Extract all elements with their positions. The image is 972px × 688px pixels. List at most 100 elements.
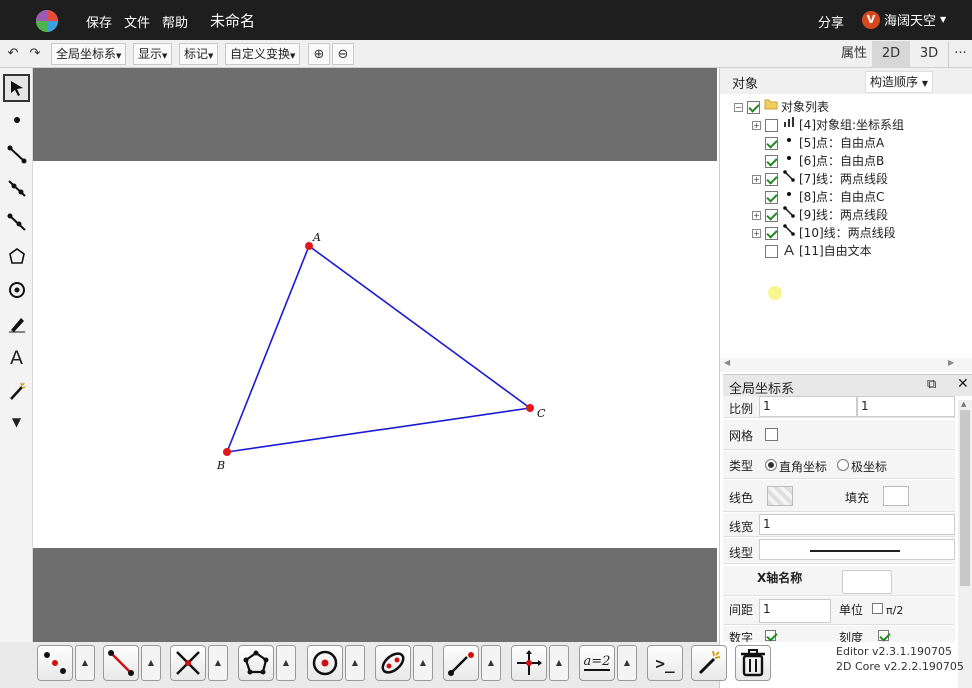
drawing-canvas[interactable]: [33, 68, 717, 642]
scroll-up-icon[interactable]: ▲: [961, 400, 966, 408]
custom-transform-menu[interactable]: 自定义变换▼: [225, 43, 301, 65]
tree-item[interactable]: + [9]线：两点线段: [752, 206, 888, 224]
menu-save[interactable]: 保存: [86, 12, 112, 31]
expand-icon[interactable]: +: [752, 174, 761, 184]
bottom-polygon-more[interactable]: ▲: [276, 645, 296, 681]
bottom-conic-tool[interactable]: [375, 645, 411, 681]
tree-root[interactable]: − 对象列表: [734, 98, 829, 116]
select-tool[interactable]: [3, 74, 30, 102]
bottom-delete-tool[interactable]: [735, 645, 771, 681]
bottom-ray-more[interactable]: ▲: [481, 645, 501, 681]
tree-item[interactable]: [5]点：自由点A: [752, 134, 884, 152]
bottom-formula-more[interactable]: ▲: [617, 645, 637, 681]
visibility-checkbox[interactable]: [765, 154, 778, 168]
more-tools[interactable]: ▼: [3, 408, 30, 436]
expand-icon[interactable]: +: [752, 228, 761, 238]
grid-checkbox[interactable]: [765, 428, 778, 441]
tree-item[interactable]: + [7]线：两点线段: [752, 170, 888, 188]
menu-file[interactable]: 文件: [124, 12, 150, 31]
bottom-point-tool[interactable]: [37, 645, 73, 681]
user-menu[interactable]: V 海阔天空 ▼: [862, 10, 946, 29]
digits-checkbox[interactable]: [765, 630, 776, 641]
tab-3d[interactable]: 3D: [910, 41, 948, 68]
tree-item[interactable]: A [11]自由文本: [752, 242, 872, 260]
undo-icon[interactable]: ↶: [2, 43, 24, 65]
ticks-checkbox[interactable]: [878, 630, 889, 641]
scroll-right-icon[interactable]: ▶: [948, 358, 954, 367]
polygon-tool[interactable]: [3, 242, 30, 270]
tree-item[interactable]: + [4]对象组:坐标系组: [752, 116, 904, 134]
visibility-checkbox[interactable]: [765, 172, 778, 186]
line-width-input[interactable]: 1: [759, 514, 955, 535]
visibility-checkbox[interactable]: [747, 100, 760, 114]
radio-polar[interactable]: [837, 459, 849, 471]
bottom-formula-tool[interactable]: a=2: [579, 645, 615, 681]
bottom-magic-tool[interactable]: [691, 645, 727, 681]
prop-row-linewidth: 线宽 1: [723, 513, 955, 537]
coord-system-menu[interactable]: 全局坐标系▼: [51, 43, 127, 65]
visibility-checkbox[interactable]: [765, 244, 778, 258]
circle-tool[interactable]: [3, 276, 30, 304]
share-button[interactable]: 分享: [818, 12, 844, 31]
bottom-axis-more[interactable]: ▲: [549, 645, 569, 681]
bottom-segment-tool[interactable]: [103, 645, 139, 681]
pen-tool[interactable]: [3, 310, 30, 338]
line-color-swatch[interactable]: [767, 486, 793, 506]
x-axis-name-input[interactable]: [842, 570, 892, 594]
tree-item[interactable]: + [10]线：两点线段: [752, 224, 896, 242]
tree-item[interactable]: [6]点：自由点B: [752, 152, 884, 170]
point-tool[interactable]: [3, 106, 30, 134]
unit-checkbox[interactable]: [872, 603, 883, 614]
visibility-checkbox[interactable]: [765, 208, 778, 222]
visibility-checkbox[interactable]: [765, 118, 778, 132]
tab-2d[interactable]: 2D: [872, 41, 910, 68]
line-style-select[interactable]: [759, 539, 955, 560]
more-button[interactable]: ···: [948, 41, 972, 68]
scroll-left-icon[interactable]: ◀: [724, 358, 730, 367]
tree-item-label: [11]自由文本: [799, 244, 872, 258]
zoom-in-icon[interactable]: ⊕: [308, 43, 330, 65]
ray-tool[interactable]: [3, 208, 30, 236]
expand-icon[interactable]: +: [752, 210, 761, 220]
x-axis-name-label: X轴名称: [757, 571, 803, 585]
bottom-intersection-tool[interactable]: [170, 645, 206, 681]
bottom-axis-tool[interactable]: [511, 645, 547, 681]
scale-x-input[interactable]: 1: [759, 396, 857, 417]
text-tool[interactable]: A: [3, 344, 30, 372]
visibility-checkbox[interactable]: [765, 190, 778, 204]
bottom-segment-more[interactable]: ▲: [141, 645, 161, 681]
radio-rect[interactable]: [765, 459, 777, 471]
menu-help[interactable]: 帮助: [162, 12, 188, 31]
bottom-circle-more[interactable]: ▲: [345, 645, 365, 681]
bottom-intersection-more[interactable]: ▲: [208, 645, 228, 681]
bottom-polygon-tool[interactable]: [238, 645, 274, 681]
fill-color-swatch[interactable]: [883, 486, 909, 506]
bottom-conic-more[interactable]: ▲: [413, 645, 433, 681]
visibility-checkbox[interactable]: [765, 136, 778, 150]
tree-item[interactable]: [8]点：自由点C: [752, 188, 884, 206]
expand-icon[interactable]: +: [752, 120, 761, 130]
visibility-checkbox[interactable]: [765, 226, 778, 240]
external-link-icon[interactable]: ⧉: [927, 377, 936, 392]
bottom-ray-tool[interactable]: [443, 645, 479, 681]
scale-y-input[interactable]: 1: [857, 396, 955, 417]
bottom-circle-tool[interactable]: [307, 645, 343, 681]
redo-icon[interactable]: ↷: [24, 43, 46, 65]
collapse-icon[interactable]: −: [734, 102, 743, 112]
horizontal-scrollbar[interactable]: ◀ ▶: [720, 358, 972, 372]
canvas-drawing-area[interactable]: [33, 161, 717, 548]
bottom-command-tool[interactable]: >_: [647, 645, 683, 681]
tab-properties[interactable]: 属性: [836, 41, 872, 68]
close-icon[interactable]: ✕: [957, 376, 969, 392]
magic-tool[interactable]: [3, 378, 30, 406]
zoom-out-icon[interactable]: ⊖: [332, 43, 354, 65]
segment-tool[interactable]: [3, 140, 30, 168]
line-tool[interactable]: [3, 174, 30, 202]
scrollbar-thumb[interactable]: [960, 410, 970, 586]
app-logo-icon[interactable]: [32, 8, 62, 34]
bottom-point-more[interactable]: ▲: [75, 645, 95, 681]
spacing-input[interactable]: 1: [759, 599, 831, 623]
mark-menu[interactable]: 标记▼: [179, 43, 219, 65]
order-select[interactable]: 构造顺序 ▼: [865, 71, 933, 93]
display-menu[interactable]: 显示▼: [133, 43, 173, 65]
